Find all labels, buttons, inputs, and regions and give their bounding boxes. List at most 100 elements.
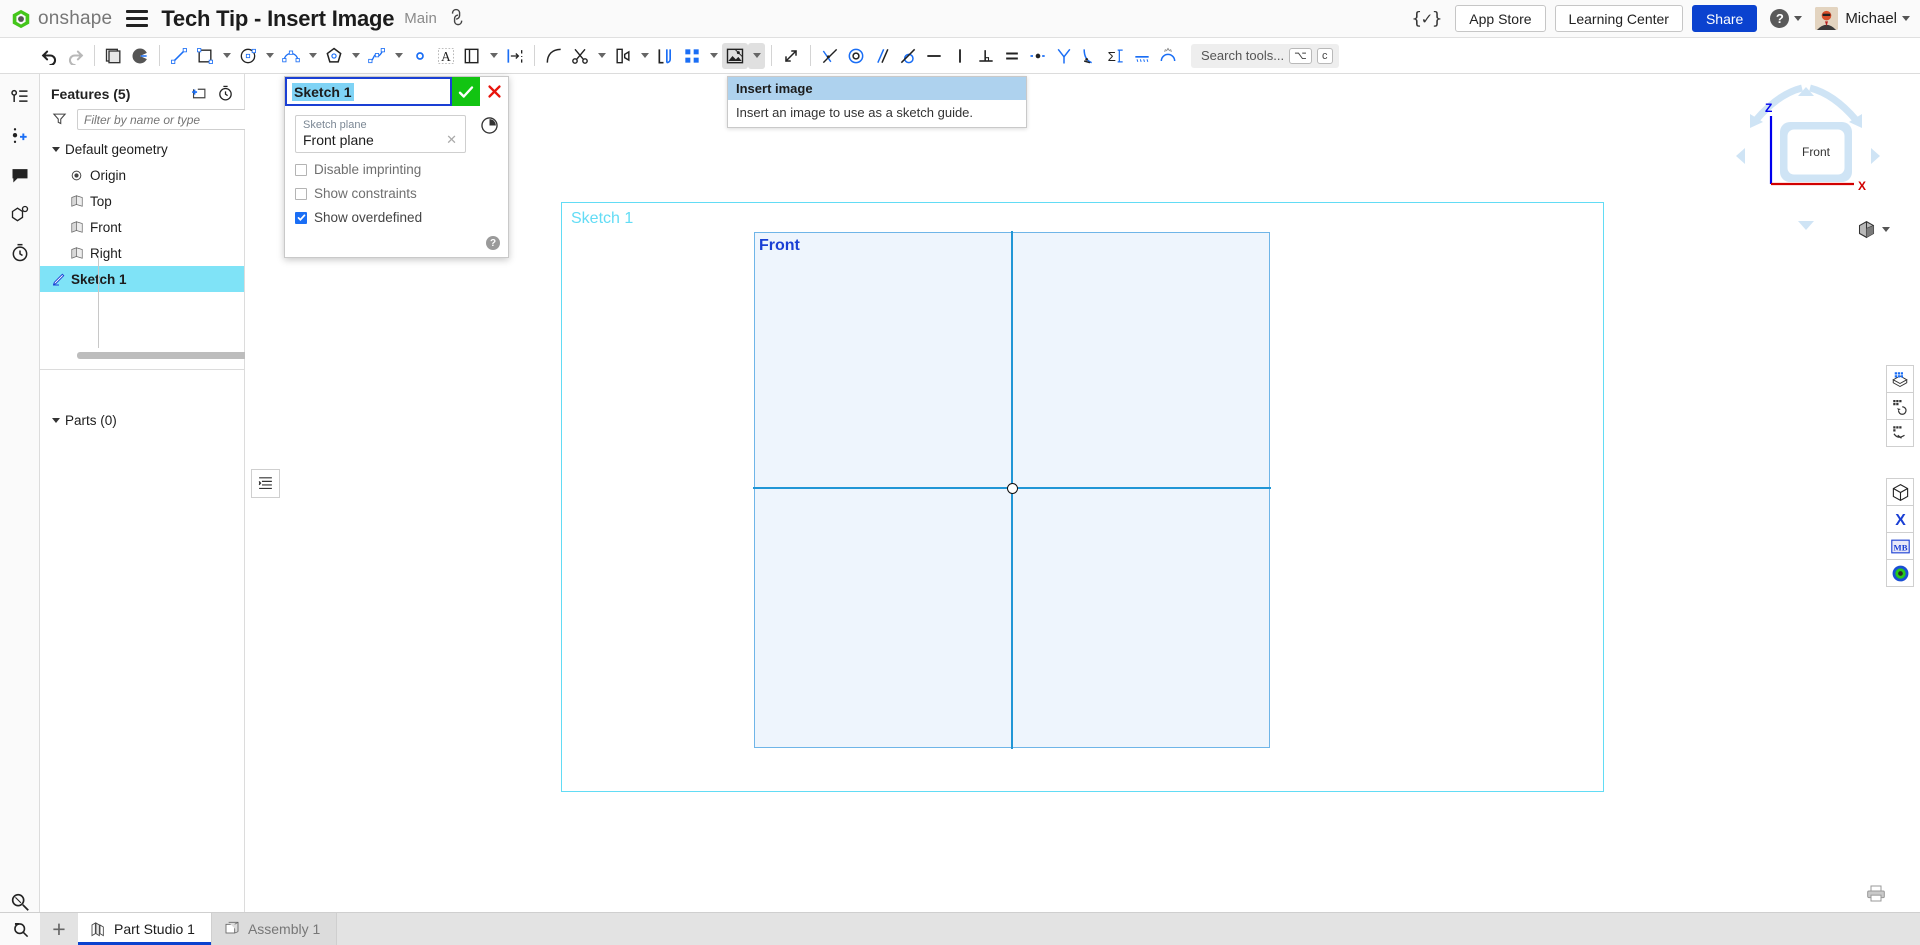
add-tab-button[interactable]: + <box>40 913 78 945</box>
pattern-tool[interactable] <box>679 43 705 69</box>
cancel-button[interactable] <box>480 77 508 106</box>
equal-constraint[interactable] <box>999 43 1025 69</box>
fillet-tool[interactable] <box>541 43 567 69</box>
view-cube[interactable]: Front Z X <box>1728 78 1898 238</box>
user-name-label[interactable]: Michael <box>1845 10 1897 27</box>
help-icon[interactable]: ? <box>486 236 500 250</box>
undo-tool[interactable] <box>36 43 62 69</box>
perpendicular-constraint[interactable] <box>973 43 999 69</box>
insert-image-tool[interactable] <box>722 43 748 69</box>
onshape-wordmark[interactable]: onshape <box>38 8 112 30</box>
default-geometry-group[interactable]: Default geometry <box>40 136 244 162</box>
print-icon[interactable] <box>1866 885 1886 905</box>
arc-tool[interactable] <box>278 43 304 69</box>
tree-item-origin[interactable]: Origin <box>40 162 244 188</box>
checkbox[interactable] <box>295 164 307 176</box>
tree-item-front[interactable]: Front <box>40 214 244 240</box>
mirror-tool-dropdown[interactable] <box>636 43 653 69</box>
pierce-constraint[interactable] <box>1155 43 1181 69</box>
point-tool[interactable] <box>407 43 433 69</box>
help-menu[interactable]: ? <box>1770 9 1802 28</box>
trim-tool[interactable] <box>567 43 593 69</box>
tree-item-sketch-1[interactable]: Sketch 1 <box>40 266 244 292</box>
midpoint-constraint[interactable] <box>1025 43 1051 69</box>
checkbox[interactable] <box>295 188 307 200</box>
rotate-grid-icon[interactable] <box>1886 392 1914 420</box>
versions-icon[interactable] <box>6 200 34 228</box>
rectangle-tool-dropdown[interactable] <box>218 43 235 69</box>
parts-group-row[interactable]: Parts (0) <box>40 407 245 433</box>
pattern-tool-dropdown[interactable] <box>705 43 722 69</box>
tree-item-right[interactable]: Right <box>40 240 244 266</box>
origin-point[interactable] <box>1007 483 1018 494</box>
spline-tool[interactable] <box>364 43 390 69</box>
transform-tool[interactable] <box>778 43 804 69</box>
display-style-icon[interactable] <box>1886 478 1914 506</box>
use-project-dropdown[interactable] <box>485 43 502 69</box>
tree-horizontal-scrollbar[interactable] <box>77 352 265 359</box>
arc-tool-dropdown[interactable] <box>304 43 321 69</box>
funnel-icon[interactable] <box>52 111 67 129</box>
avatar[interactable] <box>1815 7 1838 30</box>
new-folder-icon[interactable] <box>188 84 208 104</box>
option-show-overdefined[interactable]: Show overdefined <box>295 210 498 225</box>
comments-icon[interactable] <box>6 161 34 189</box>
main-menu-button[interactable] <box>126 10 148 27</box>
view-cube-front-face[interactable]: Front <box>1780 122 1852 182</box>
sketch-plane-field[interactable]: Sketch plane Front plane ✕ <box>295 115 466 153</box>
featurescript-icon[interactable]: {✓} <box>1412 9 1443 29</box>
option-disable-imprinting[interactable]: Disable imprinting <box>295 162 498 177</box>
confirm-button[interactable] <box>452 77 480 106</box>
dimension-tool[interactable] <box>502 43 528 69</box>
spline-tool-dropdown[interactable] <box>390 43 407 69</box>
insert-image-dropdown[interactable] <box>748 43 765 69</box>
offset-tool[interactable] <box>653 43 679 69</box>
sketch-tool[interactable] <box>101 43 127 69</box>
grid-snap-icon[interactable] <box>1886 419 1914 447</box>
expand-collapse-icon[interactable] <box>52 147 65 152</box>
display-mode-dropdown[interactable] <box>1856 219 1890 240</box>
tab-part-studio-1[interactable]: Part Studio 1 <box>78 913 212 945</box>
clock-icon[interactable] <box>480 116 500 136</box>
text-tool[interactable]: A <box>433 43 459 69</box>
curvature-constraint[interactable] <box>1077 43 1103 69</box>
redo-tool[interactable] <box>62 43 88 69</box>
trim-tool-dropdown[interactable] <box>593 43 610 69</box>
checkbox[interactable] <box>295 212 307 224</box>
vertical-constraint[interactable] <box>947 43 973 69</box>
search-tools-box[interactable]: Search tools... ⌥ c <box>1191 44 1339 68</box>
use-project-tool[interactable] <box>459 43 485 69</box>
extrude-tool[interactable] <box>127 43 153 69</box>
user-menu-chevron-icon[interactable] <box>1902 16 1910 21</box>
show-hide-grid-icon[interactable] <box>1886 365 1914 393</box>
add-feature-icon[interactable] <box>6 122 34 150</box>
polygon-tool[interactable] <box>321 43 347 69</box>
coincident-constraint[interactable] <box>817 43 843 69</box>
app-store-button[interactable]: App Store <box>1455 5 1545 32</box>
circle-tool[interactable] <box>235 43 261 69</box>
tangent-constraint[interactable] <box>895 43 921 69</box>
rollback-timer-icon[interactable] <box>215 84 235 104</box>
share-button[interactable]: Share <box>1692 5 1757 32</box>
feature-list-icon[interactable] <box>6 83 34 111</box>
normal-constraint[interactable] <box>1129 43 1155 69</box>
learning-center-button[interactable]: Learning Center <box>1555 5 1683 32</box>
search-tab-icon[interactable] <box>0 913 40 945</box>
circle-tool-dropdown[interactable] <box>261 43 278 69</box>
parallel-constraint[interactable] <box>869 43 895 69</box>
render-icon[interactable] <box>1886 559 1914 587</box>
mirror-tool[interactable] <box>610 43 636 69</box>
construction-constraint[interactable]: Σ <box>1103 43 1129 69</box>
expand-collapse-icon[interactable] <box>52 418 65 423</box>
tab-assembly-1[interactable]: Assembly 1 <box>212 913 337 945</box>
measure-badge-icon[interactable]: MB <box>1886 532 1914 560</box>
filter-input[interactable] <box>77 109 248 130</box>
line-tool[interactable] <box>166 43 192 69</box>
symmetric-constraint[interactable] <box>1051 43 1077 69</box>
xray-icon[interactable]: X <box>1886 505 1914 533</box>
rollback-icon[interactable] <box>6 239 34 267</box>
polygon-tool-dropdown[interactable] <box>347 43 364 69</box>
onshape-logo-icon[interactable] <box>10 8 32 30</box>
option-show-constraints[interactable]: Show constraints <box>295 186 498 201</box>
horizontal-constraint[interactable] <box>921 43 947 69</box>
